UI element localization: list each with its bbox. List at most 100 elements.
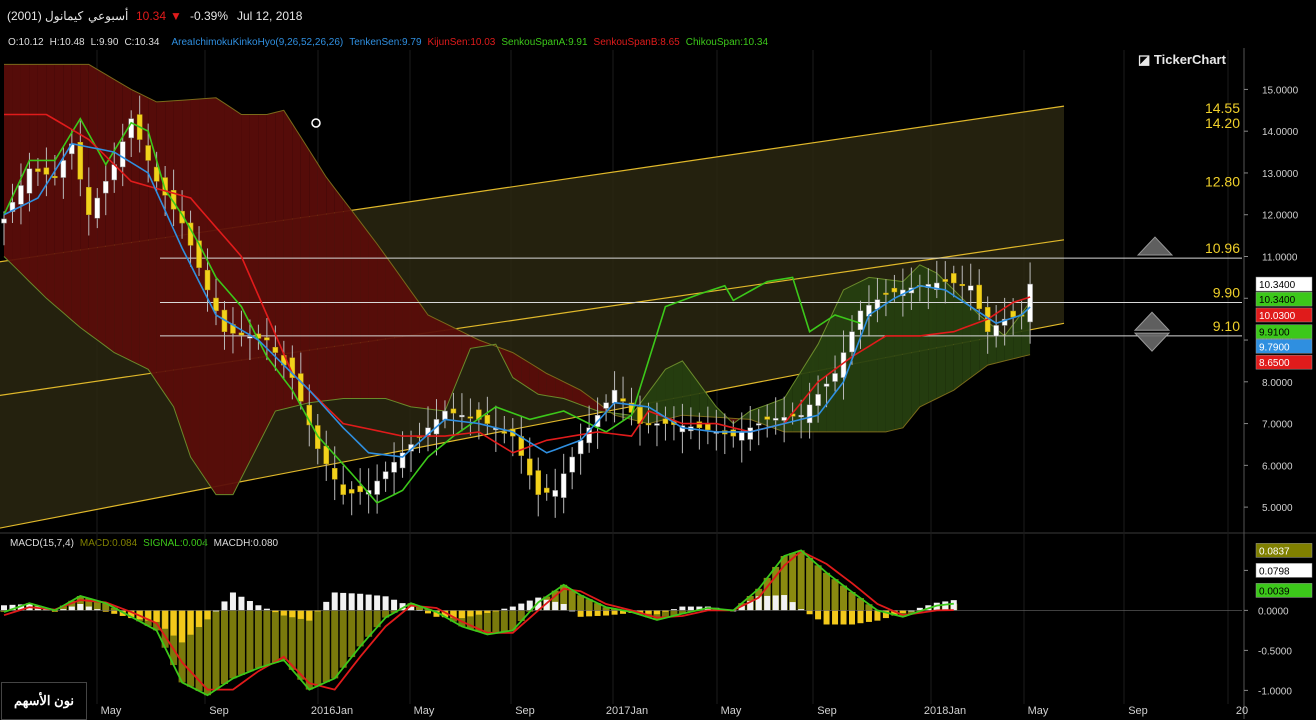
candle-body — [798, 414, 804, 418]
price-axis-tag-label: 9.7900 — [1259, 342, 1290, 353]
x-tick-label: May — [1028, 705, 1049, 717]
candle-body — [331, 468, 338, 480]
x-tick-label: Sep — [1128, 705, 1148, 717]
cloud-segment — [105, 74, 115, 353]
candle-body — [213, 297, 219, 312]
x-tick-label: 2017Jan — [606, 705, 648, 717]
macd-bar — [263, 610, 271, 666]
price-chart[interactable]: May Sep 2016Jan May Sep 2017Jan May Sep 2018Jan M… — [0, 0, 1316, 719]
candle-body — [382, 471, 389, 480]
candle-body — [772, 418, 779, 421]
macd-axis-tag-label: 0.0039 — [1259, 586, 1290, 597]
macd-y-tick-label: -1.0000 — [1258, 686, 1292, 697]
y-tick-label: 7.0000 — [1262, 420, 1293, 431]
candle-body — [993, 325, 999, 337]
cloud-segment — [792, 371, 802, 432]
macdh-bar — [187, 610, 194, 635]
macd-bar — [331, 610, 339, 679]
macd-bar — [305, 610, 313, 690]
candle-body — [264, 337, 270, 341]
candle-body — [450, 408, 457, 414]
macd-bar — [339, 610, 347, 668]
candle-body — [535, 470, 541, 495]
candle-body — [18, 185, 24, 205]
macdh-bar — [586, 610, 593, 617]
x-tick-label: May — [721, 705, 742, 717]
cloud-segment — [258, 114, 267, 445]
macd-bar — [297, 610, 305, 680]
candle-body — [298, 373, 304, 402]
cloud-segment — [360, 221, 369, 399]
x-tick-label: Sep — [515, 705, 535, 717]
macd-bar — [348, 610, 356, 658]
macdh-bar — [179, 610, 186, 643]
y-tick-label: 5.0000 — [1262, 503, 1293, 514]
cloud-segment — [385, 255, 395, 402]
candle-body — [518, 436, 525, 456]
cloud-segment — [156, 101, 166, 395]
cloud-segment — [46, 64, 55, 306]
macd-bar — [797, 550, 805, 611]
cloud-segment — [249, 114, 259, 462]
candle-body — [272, 347, 279, 353]
level-label: 9.90 — [1213, 284, 1240, 300]
macd-bar — [814, 565, 822, 611]
x-tick-label: May — [414, 705, 435, 717]
macdh-bar — [229, 592, 236, 611]
cloud-segment — [224, 103, 233, 495]
candle-body — [323, 445, 329, 465]
cloud-segment — [241, 114, 250, 478]
macd-bar — [280, 610, 288, 660]
macd-bar — [789, 553, 797, 611]
macdh-bar — [764, 595, 771, 611]
candle-body — [467, 416, 474, 419]
macdh-bar — [68, 606, 75, 611]
macdh-bar — [823, 610, 830, 625]
candle-body — [1027, 283, 1033, 323]
macdh-bar — [509, 606, 516, 611]
macdh-bar — [357, 593, 364, 611]
up-triangle-icon — [1133, 311, 1171, 331]
cloud-segment — [207, 97, 216, 495]
candle-body — [696, 421, 703, 429]
macdh-bar — [153, 610, 160, 622]
cloud-segment — [343, 199, 352, 399]
macdh-bar — [772, 595, 779, 611]
cloud-segment — [165, 100, 174, 407]
macdh-bar — [1, 605, 7, 611]
x-tick-label: May — [101, 705, 122, 717]
macdh-bar — [238, 596, 245, 611]
candle-body — [739, 431, 745, 441]
cloud-segment — [419, 303, 428, 409]
macdh-bar — [832, 610, 839, 625]
candle-body — [35, 168, 41, 172]
level-label: 14.20 — [1205, 115, 1240, 131]
macdh-bar — [679, 606, 686, 611]
cloud-segment — [190, 98, 200, 470]
candle-body — [43, 167, 50, 175]
cloud-segment — [945, 281, 954, 395]
cloud-segment — [970, 306, 980, 378]
macdh-bar — [789, 602, 796, 611]
candle-body — [86, 187, 92, 215]
macd-bar — [237, 610, 245, 675]
macdh-bar — [874, 610, 881, 621]
candle-body — [662, 418, 669, 424]
candle-body — [1010, 310, 1016, 318]
macd-y-tick-label: 0.0000 — [1258, 606, 1289, 617]
macdh-bar — [204, 610, 211, 620]
candle-body — [976, 284, 982, 309]
candle-body — [459, 414, 465, 418]
macdh-bar — [85, 606, 92, 611]
candle-body — [391, 461, 397, 473]
candle-body — [26, 168, 33, 194]
macd-y-tick-label: -0.5000 — [1258, 646, 1292, 657]
macd-bar — [220, 610, 228, 684]
macdh-bar — [458, 610, 465, 619]
cloud-segment — [436, 319, 445, 412]
macdh-bar — [425, 610, 431, 614]
macd-bar — [254, 610, 262, 668]
candle-body — [145, 145, 151, 161]
y-tick-label: 14.0000 — [1262, 127, 1299, 138]
candle-body — [883, 292, 889, 295]
